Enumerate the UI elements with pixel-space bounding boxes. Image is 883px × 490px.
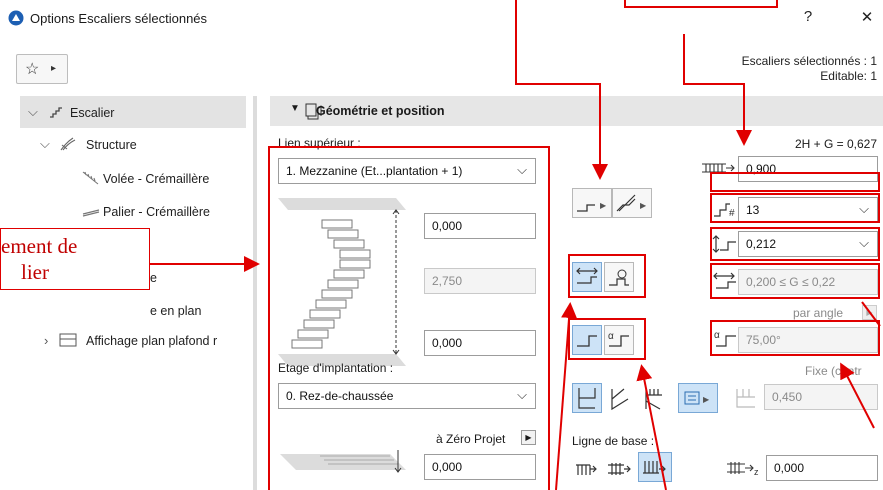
annotation-arrows [150,0,881,490]
